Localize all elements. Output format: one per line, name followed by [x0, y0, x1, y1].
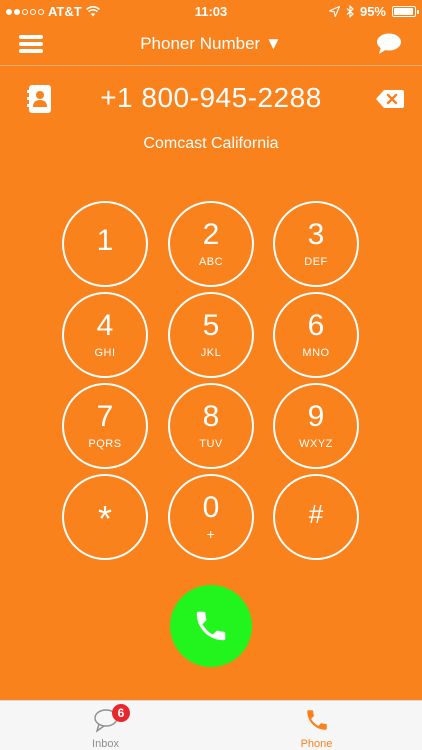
key-digit: 2	[202, 218, 220, 251]
key-2[interactable]: 2 ABC	[168, 201, 254, 287]
tab-bar: 6 Inbox Phone	[0, 700, 422, 750]
key-digit: 1	[96, 224, 114, 257]
key-letters: WXYZ	[299, 438, 333, 450]
top-nav: Phoner Number ▼	[0, 22, 422, 66]
tab-phone[interactable]: Phone	[211, 701, 422, 750]
key-digit: 3	[307, 218, 325, 251]
chat-bubble-icon[interactable]	[376, 32, 402, 56]
tab-inbox-label: Inbox	[92, 738, 119, 750]
dialed-number: +1 800-945-2288	[100, 82, 322, 113]
number-display: +1 800-945-2288	[0, 76, 422, 124]
key-digit: 8	[202, 400, 220, 433]
key-letters: TUV	[199, 438, 223, 450]
key-digit: 4	[96, 309, 114, 342]
key-digit: 5	[202, 309, 220, 342]
key-star[interactable]: *	[62, 474, 148, 560]
key-letters: JKL	[200, 347, 222, 359]
phone-icon	[307, 710, 327, 730]
battery-percent: 95%	[359, 4, 386, 19]
key-1[interactable]: 1	[62, 201, 148, 287]
bluetooth-icon	[346, 5, 354, 18]
backspace-icon[interactable]	[376, 89, 404, 109]
key-5[interactable]: 5 JKL	[168, 292, 254, 378]
key-letters: MNO	[302, 347, 330, 359]
tab-phone-label: Phone	[300, 738, 333, 750]
tab-inbox[interactable]: 6 Inbox	[0, 701, 211, 750]
location-arrow-icon	[328, 6, 340, 17]
key-digit: 0	[202, 490, 220, 524]
key-7[interactable]: 7 PQRS	[62, 383, 148, 469]
key-8[interactable]: 8 TUV	[168, 383, 254, 469]
key-3[interactable]: 3 DEF	[273, 201, 359, 287]
battery-icon	[392, 6, 419, 17]
key-letters: PQRS	[88, 438, 122, 450]
phone-icon	[196, 611, 226, 641]
key-4[interactable]: 4 GHI	[62, 292, 148, 378]
key-letters: DEF	[304, 256, 328, 268]
contacts-book-icon[interactable]	[27, 84, 53, 114]
key-digit: 6	[307, 309, 325, 342]
caller-id: Comcast California	[143, 135, 279, 152]
key-6[interactable]: 6 MNO	[273, 292, 359, 378]
key-digit: #	[308, 499, 324, 529]
key-letters: +	[206, 525, 216, 542]
key-letters: ABC	[198, 256, 224, 268]
key-digit: *	[97, 498, 112, 539]
key-digit: 9	[307, 400, 325, 433]
call-button[interactable]	[170, 585, 252, 667]
key-9[interactable]: 9 WXYZ	[273, 383, 359, 469]
key-hash[interactable]: #	[273, 474, 359, 560]
status-indicators: 95%	[328, 4, 419, 19]
key-letters: GHI	[94, 347, 116, 359]
unread-badge: 6	[112, 704, 130, 722]
phone-number-selector[interactable]: Phoner Number ▼	[0, 34, 422, 54]
key-digit: 7	[96, 400, 114, 433]
status-bar: AT&T 11:03 95%	[0, 0, 422, 22]
key-0[interactable]: 0 +	[168, 474, 254, 560]
